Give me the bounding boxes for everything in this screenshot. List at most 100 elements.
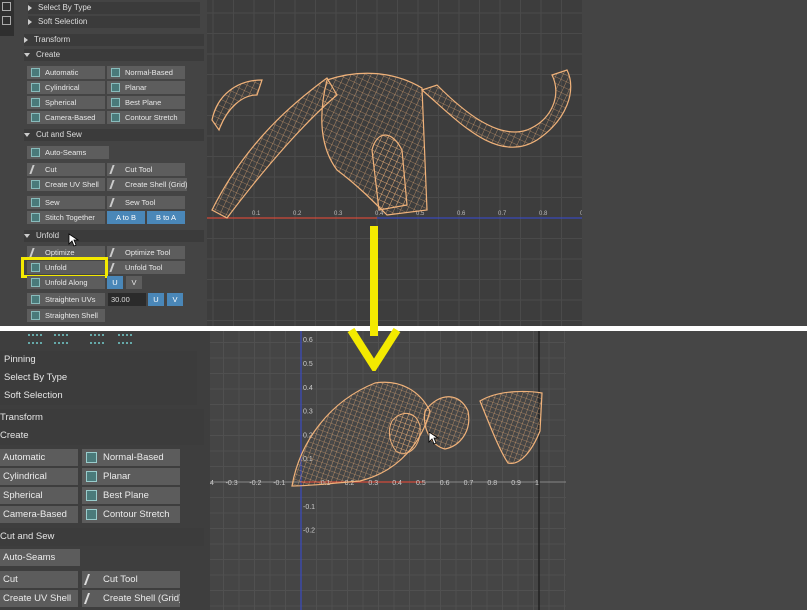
best-plane-button[interactable]: Best Plane [82,487,180,504]
cylinder-map-icon [31,83,40,92]
section-pinning[interactable]: Pinning [0,351,197,369]
straighten-icon [31,295,40,304]
unfold-u-button[interactable]: U [107,276,123,289]
section-select-by-type[interactable]: Select By Type [0,369,197,387]
auto-seams-button[interactable]: Auto-Seams [0,549,80,566]
automatic-button[interactable]: Automatic [0,449,78,466]
contour-stretch-button[interactable]: Contour Stretch [82,506,180,523]
section-soft-selection[interactable]: Soft Selection [0,387,197,405]
unfold-tool-icon [109,263,122,272]
create-shell-grid-button[interactable]: Create Shell (Grid) [82,590,180,607]
bottom-screenshot: Pinning Select By Type Soft Selection Tr… [0,331,807,610]
normal-based-button[interactable]: Normal-Based [82,449,180,466]
sew-tool-button[interactable]: Sew Tool [107,196,185,209]
camera-based-button[interactable]: Camera-Based [0,506,78,523]
create-uv-shell-button[interactable]: Create UV Shell [27,178,105,191]
contour-stretch-button[interactable]: Contour Stretch [107,111,185,124]
button-label: Normal-Based [103,452,164,463]
section-label: Select By Type [38,3,92,12]
section-transform[interactable]: Transform [0,409,204,427]
straighten-v-button[interactable]: V [167,293,183,306]
display-icon-row [28,334,138,346]
cylindrical-button[interactable]: Cylindrical [0,468,78,485]
section-label: Cut and Sew [36,130,82,139]
uv-editor-viewport-bottom[interactable]: -0.4-0.3-0.2-0.10.10.20.30.40.50.60.70.8… [210,331,566,610]
button-label: Best Plane [125,98,162,107]
optimize-tool-button[interactable]: Optimize Tool [107,246,185,259]
auto-seams-button[interactable]: Auto-Seams [27,146,109,159]
camera-based-button[interactable]: Camera-Based [27,111,105,124]
section-cut-and-sew[interactable]: Cut and Sew [0,528,204,546]
spherical-button[interactable]: Spherical [27,96,105,109]
button-label: Contour Stretch [103,509,170,520]
button-label: Optimize [45,248,75,257]
expand-icon [28,18,32,25]
button-label: Stitch Together [45,213,95,222]
section-cut-and-sew[interactable]: Cut and Sew [24,129,204,141]
cut-icon [29,165,42,174]
grid-display-icon[interactable] [118,334,132,344]
button-label: Camera-Based [45,113,96,122]
create-shell-grid-button[interactable]: Create Shell (Grid) [107,178,187,191]
straighten-angle-field[interactable]: 30.00 [108,293,146,306]
uv-shell-icon [31,180,40,189]
button-label: Planar [103,471,131,482]
button-label: Create Shell (Grid) [125,180,187,189]
section-unfold[interactable]: Unfold [24,230,204,242]
grid-display-icon[interactable] [28,334,42,344]
button-label: Normal-Based [125,68,173,77]
button-label: Optimize Tool [125,248,171,257]
mouse-cursor-icon [68,233,80,247]
unfold-highlight-box [21,257,108,278]
b-to-a-button[interactable]: B to A [147,211,185,224]
spherical-button[interactable]: Spherical [0,487,78,504]
button-label: Planar [125,83,147,92]
straighten-shell-button[interactable]: Straighten Shell [27,309,105,322]
button-label: Sew [45,198,60,207]
normal-map-icon [86,452,97,463]
straighten-shell-icon [31,311,40,320]
section-select-by-type[interactable]: Select By Type [28,2,200,14]
collapse-icon [24,52,30,57]
optimize-icon [29,248,42,257]
section-label: Unfold [36,231,60,240]
cut-button[interactable]: Cut [27,163,105,176]
section-transform[interactable]: Transform [24,34,204,46]
cut-tool-button[interactable]: Cut Tool [107,163,185,176]
unfold-tool-button[interactable]: Unfold Tool [107,261,185,274]
grid-display-icon[interactable] [90,334,104,344]
cut-tool-button[interactable]: Cut Tool [82,571,180,588]
sew-icon [31,198,40,207]
section-label: Create [36,50,61,59]
optimize-tool-icon [109,248,122,257]
section-create[interactable]: Create [24,49,204,61]
planar-button[interactable]: Planar [107,81,185,94]
cylindrical-button[interactable]: Cylindrical [27,81,105,94]
collapse-icon [24,233,30,238]
planar-button[interactable]: Planar [82,468,180,485]
grid-icon[interactable] [2,2,11,11]
section-create[interactable]: Create [0,427,204,445]
normal-based-button[interactable]: Normal-Based [107,66,185,79]
sew-button[interactable]: Sew [27,196,105,209]
button-label: Cut [45,165,57,174]
stitch-together-button[interactable]: Stitch Together [27,211,105,224]
grid-display-icon[interactable] [54,334,68,344]
button-label: Straighten Shell [45,311,98,320]
button-label: Sew Tool [125,198,156,207]
section-label: Soft Selection [38,17,88,26]
uv-shell-wireframe-unfolded[interactable] [210,331,566,610]
straighten-u-button[interactable]: U [148,293,164,306]
a-to-b-button[interactable]: A to B [107,211,145,224]
create-uv-shell-button[interactable]: Create UV Shell [0,590,78,607]
unfold-along-icon [31,278,40,287]
grid-icon[interactable] [2,16,11,25]
expand-icon [28,4,32,11]
automatic-button[interactable]: Automatic [27,66,105,79]
section-soft-selection[interactable]: Soft Selection [28,16,200,28]
best-plane-button[interactable]: Best Plane [107,96,185,109]
cut-button[interactable]: Cut [0,571,78,588]
straighten-uvs-button[interactable]: Straighten UVs [27,293,105,306]
unfold-along-button[interactable]: Unfold Along [27,276,105,289]
unfold-v-button[interactable]: V [126,276,142,289]
